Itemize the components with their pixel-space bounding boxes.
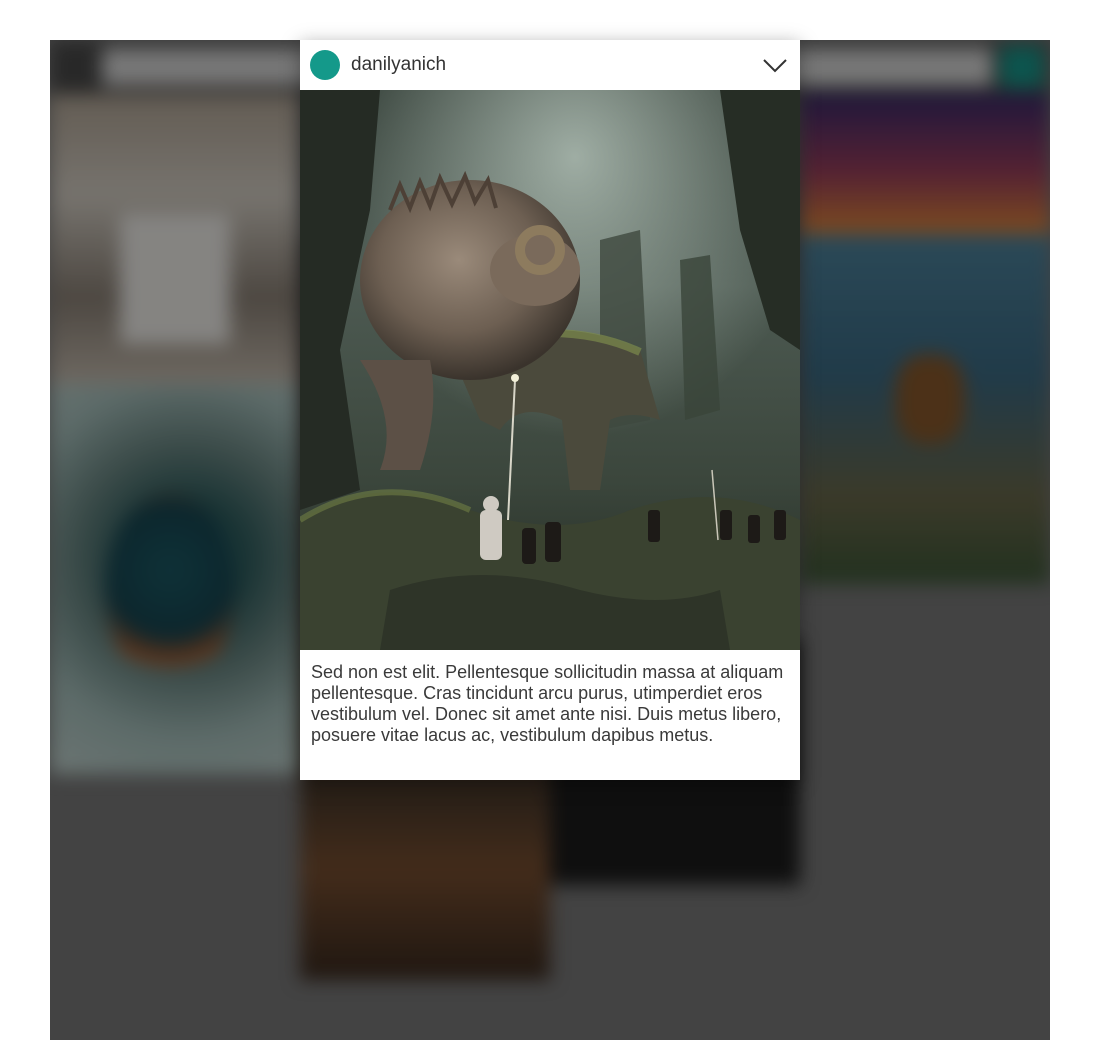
post-caption: Sed non est elit. Pellentesque sollicitu… (311, 662, 784, 745)
collapse-button[interactable] (760, 52, 790, 78)
avatar[interactable] (310, 50, 340, 80)
post-image (300, 90, 800, 650)
chevron-down-icon (763, 59, 787, 73)
post-modal: danilyanich Sed non est elit. Pellentesq… (300, 40, 800, 780)
artwork-illustration (300, 90, 800, 650)
post-username[interactable]: danilyanich (351, 53, 446, 77)
post-header: danilyanich (300, 40, 800, 90)
